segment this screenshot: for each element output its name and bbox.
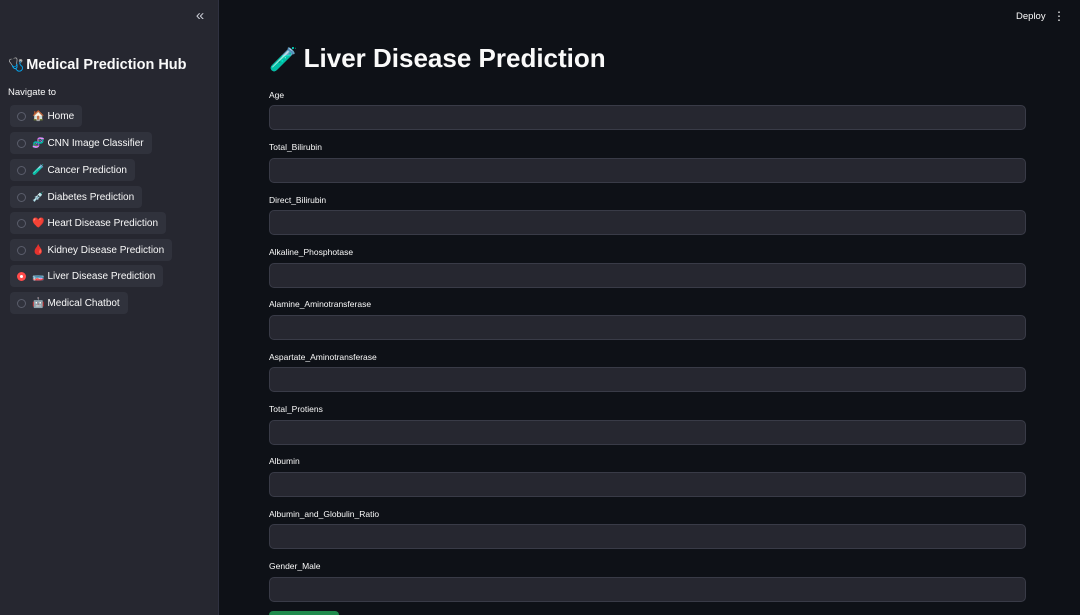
syringe-icon: 💉 xyxy=(32,191,45,203)
collapse-sidebar-icon[interactable]: « xyxy=(192,8,208,24)
nav-item-label: Liver Disease Prediction xyxy=(47,270,156,282)
nav-item-label: Cancer Prediction xyxy=(47,164,127,176)
test-tube-icon: 🧪 xyxy=(32,164,45,176)
gender-male-input[interactable] xyxy=(269,577,1026,602)
alkaline-phosphotase-input[interactable] xyxy=(269,263,1026,288)
nav-item-cancer-prediction[interactable]: 🧪 Cancer Prediction xyxy=(10,159,135,181)
field-label-alkaline-phosphotase: Alkaline_Phosphotase xyxy=(269,247,354,257)
field-label-albumin: Albumin xyxy=(269,456,300,466)
nav-item-home[interactable]: 🏠 Home xyxy=(10,105,83,127)
field-label-albumin-globulin-ratio: Albumin_and_Globulin_Ratio xyxy=(269,509,380,519)
page-title-text: Liver Disease Prediction xyxy=(303,43,606,73)
sidebar-title: 🩺 Medical Prediction Hub xyxy=(8,57,187,73)
radio-icon[interactable] xyxy=(17,138,26,148)
nav-item-label: CNN Image Classifier xyxy=(47,137,144,149)
radio-icon[interactable] xyxy=(17,111,26,121)
albumin-input[interactable] xyxy=(269,472,1026,497)
nav-item-liver-disease-prediction[interactable]: 🧫 Liver Disease Prediction xyxy=(10,265,164,287)
sidebar-title-text: Medical Prediction Hub xyxy=(26,57,187,73)
petri-dish-icon: 🧫 xyxy=(32,270,45,282)
main-menu-icon[interactable]: ⋮ xyxy=(1053,10,1065,23)
aspartate-aminotransferase-input[interactable] xyxy=(269,367,1026,392)
radio-icon[interactable] xyxy=(17,218,26,228)
nav-item-label: Kidney Disease Prediction xyxy=(47,244,165,256)
nav-label: Navigate to xyxy=(8,87,57,98)
page-title: 🧪 Liver Disease Prediction xyxy=(269,43,606,74)
blood-drop-icon: 🩸 xyxy=(32,244,45,256)
nav-item-label: Diabetes Prediction xyxy=(47,191,135,203)
stethoscope-icon: 🩺 xyxy=(8,57,25,72)
heart-icon: ❤️ xyxy=(32,217,45,229)
field-label-alamine-aminotransferase: Alamine_Aminotransferase xyxy=(269,299,372,309)
field-label-total-bilirubin: Total_Bilirubin xyxy=(269,142,322,152)
albumin-globulin-ratio-input[interactable] xyxy=(269,524,1026,549)
nav-item-medical-chatbot[interactable]: 🤖 Medical Chatbot xyxy=(10,292,128,314)
predict-button[interactable] xyxy=(269,611,339,615)
dna-icon: 🧬 xyxy=(32,137,45,149)
total-bilirubin-input[interactable] xyxy=(269,158,1026,183)
radio-selected-icon[interactable] xyxy=(17,271,26,281)
deploy-button[interactable]: Deploy xyxy=(1016,11,1046,22)
nav-item-label: Heart Disease Prediction xyxy=(47,217,159,229)
nav-item-cnn-image-classifier[interactable]: 🧬 CNN Image Classifier xyxy=(10,132,152,154)
nav-item-label: Medical Chatbot xyxy=(47,297,120,309)
field-label-total-protiens: Total_Protiens xyxy=(269,404,323,414)
app-root: « 🩺 Medical Prediction Hub Navigate to 🏠 … xyxy=(0,0,1080,615)
nav-item-label: Home xyxy=(47,110,75,122)
nav-item-heart-disease-prediction[interactable]: ❤️ Heart Disease Prediction xyxy=(10,212,167,234)
field-label-gender-male: Gender_Male xyxy=(269,561,321,571)
field-label-aspartate-aminotransferase: Aspartate_Aminotransferase xyxy=(269,352,377,362)
nav-item-kidney-disease-prediction[interactable]: 🩸 Kidney Disease Prediction xyxy=(10,239,173,261)
field-label-age: Age xyxy=(269,90,285,100)
test-tube-icon: 🧪 xyxy=(269,46,298,72)
total-protiens-input[interactable] xyxy=(269,420,1026,445)
alamine-aminotransferase-input[interactable] xyxy=(269,315,1026,340)
radio-icon[interactable] xyxy=(17,245,26,255)
nav-item-diabetes-prediction[interactable]: 💉 Diabetes Prediction xyxy=(10,186,143,208)
robot-icon: 🤖 xyxy=(32,297,45,309)
radio-icon[interactable] xyxy=(17,165,26,175)
home-icon: 🏠 xyxy=(32,110,45,122)
age-input[interactable] xyxy=(269,105,1026,130)
field-label-direct-bilirubin: Direct_Bilirubin xyxy=(269,195,327,205)
sidebar: « 🩺 Medical Prediction Hub Navigate to 🏠 … xyxy=(0,0,219,615)
direct-bilirubin-input[interactable] xyxy=(269,210,1026,235)
radio-icon[interactable] xyxy=(17,192,26,202)
radio-icon[interactable] xyxy=(17,298,26,308)
